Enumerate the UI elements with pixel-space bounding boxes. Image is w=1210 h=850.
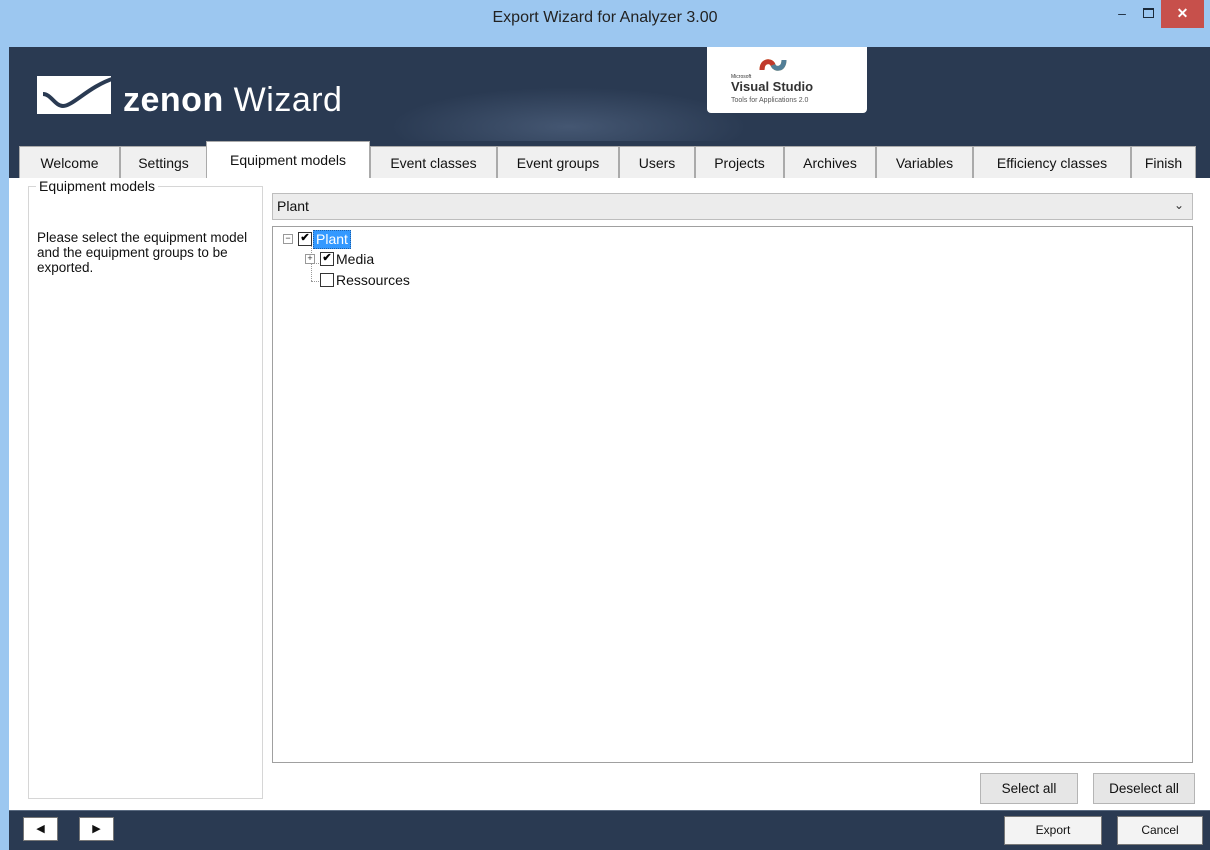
ressources-label[interactable]: Ressources (336, 272, 410, 289)
tab-efficiency-classes[interactable]: Efficiency classes (973, 146, 1131, 178)
media-checkbox[interactable]: ✔ (320, 252, 334, 266)
tree-node-media[interactable]: + ✔ Media (305, 250, 425, 267)
maximize-button[interactable] (1135, 0, 1161, 28)
tree-node-ressources[interactable]: Ressources (305, 271, 465, 288)
chevron-down-icon: ⌄ (1173, 198, 1184, 212)
tab-users[interactable]: Users (619, 146, 695, 178)
tab-settings[interactable]: Settings (120, 146, 207, 178)
window-left-border (0, 47, 9, 850)
tab-event-classes[interactable]: Event classes (370, 146, 497, 178)
vs-name-text: Visual Studio (731, 79, 814, 94)
plant-label[interactable]: Plant (313, 230, 351, 249)
tab-event-groups[interactable]: Event groups (497, 146, 619, 178)
export-button[interactable]: Export (1004, 816, 1102, 845)
close-button[interactable]: ✕ (1161, 0, 1204, 28)
vsta-logo-icon (759, 59, 787, 71)
wizard-banner: zenon Wizard Microsoft Visual Studio Too… (9, 47, 1210, 141)
wizard-tab-bar: Welcome Settings Equipment models Event … (9, 141, 1210, 178)
wizard-content: Equipment models Please select the equip… (9, 178, 1210, 810)
tab-archives[interactable]: Archives (784, 146, 876, 178)
equipment-tree[interactable]: − ✔ Plant + ✔ Media Ressources (272, 226, 1193, 763)
equipment-model-select[interactable]: Plant ⌄ (272, 193, 1193, 220)
plant-checkbox[interactable]: ✔ (298, 232, 312, 246)
description-panel (28, 186, 263, 799)
logo-text: zenon Wizard (123, 81, 342, 120)
minimize-button[interactable]: – (1109, 0, 1135, 28)
tab-finish[interactable]: Finish (1131, 146, 1196, 178)
panel-legend: Equipment models (36, 178, 158, 194)
cancel-button[interactable]: Cancel (1117, 816, 1203, 845)
title-bar: Export Wizard for Analyzer 3.00 – ✕ (0, 0, 1210, 48)
visual-studio-badge: Microsoft Visual Studio Tools for Applic… (707, 47, 867, 113)
tab-projects[interactable]: Projects (695, 146, 784, 178)
ressources-checkbox[interactable] (320, 273, 334, 287)
equipment-model-value: Plant (277, 198, 309, 214)
zenon-logo-icon (37, 76, 116, 114)
logo-brand: zenon (123, 81, 224, 119)
banner-glow (389, 87, 749, 141)
wizard-footer: ◀ ▶ Export Cancel (9, 811, 1210, 850)
export-wizard-window: Export Wizard for Analyzer 3.00 – ✕ zeno… (0, 0, 1210, 850)
deselect-all-button[interactable]: Deselect all (1093, 773, 1195, 804)
vs-sub-text: Tools for Applications 2.0 (731, 97, 809, 104)
tree-node-plant[interactable]: − ✔ Plant (283, 230, 403, 249)
logo-product: Wizard (233, 81, 343, 119)
window-title: Export Wizard for Analyzer 3.00 (492, 9, 718, 26)
media-label[interactable]: Media (336, 251, 374, 268)
collapse-icon[interactable]: − (283, 234, 293, 244)
forward-button[interactable]: ▶ (79, 817, 114, 841)
back-button[interactable]: ◀ (23, 817, 58, 841)
tab-welcome[interactable]: Welcome (19, 146, 120, 178)
expand-icon[interactable]: + (305, 254, 315, 264)
panel-description: Please select the equipment model and th… (37, 230, 248, 275)
select-all-button[interactable]: Select all (980, 773, 1078, 804)
tab-equipment-models[interactable]: Equipment models (206, 141, 370, 178)
maximize-icon (1142, 8, 1154, 19)
tab-variables[interactable]: Variables (876, 146, 973, 178)
